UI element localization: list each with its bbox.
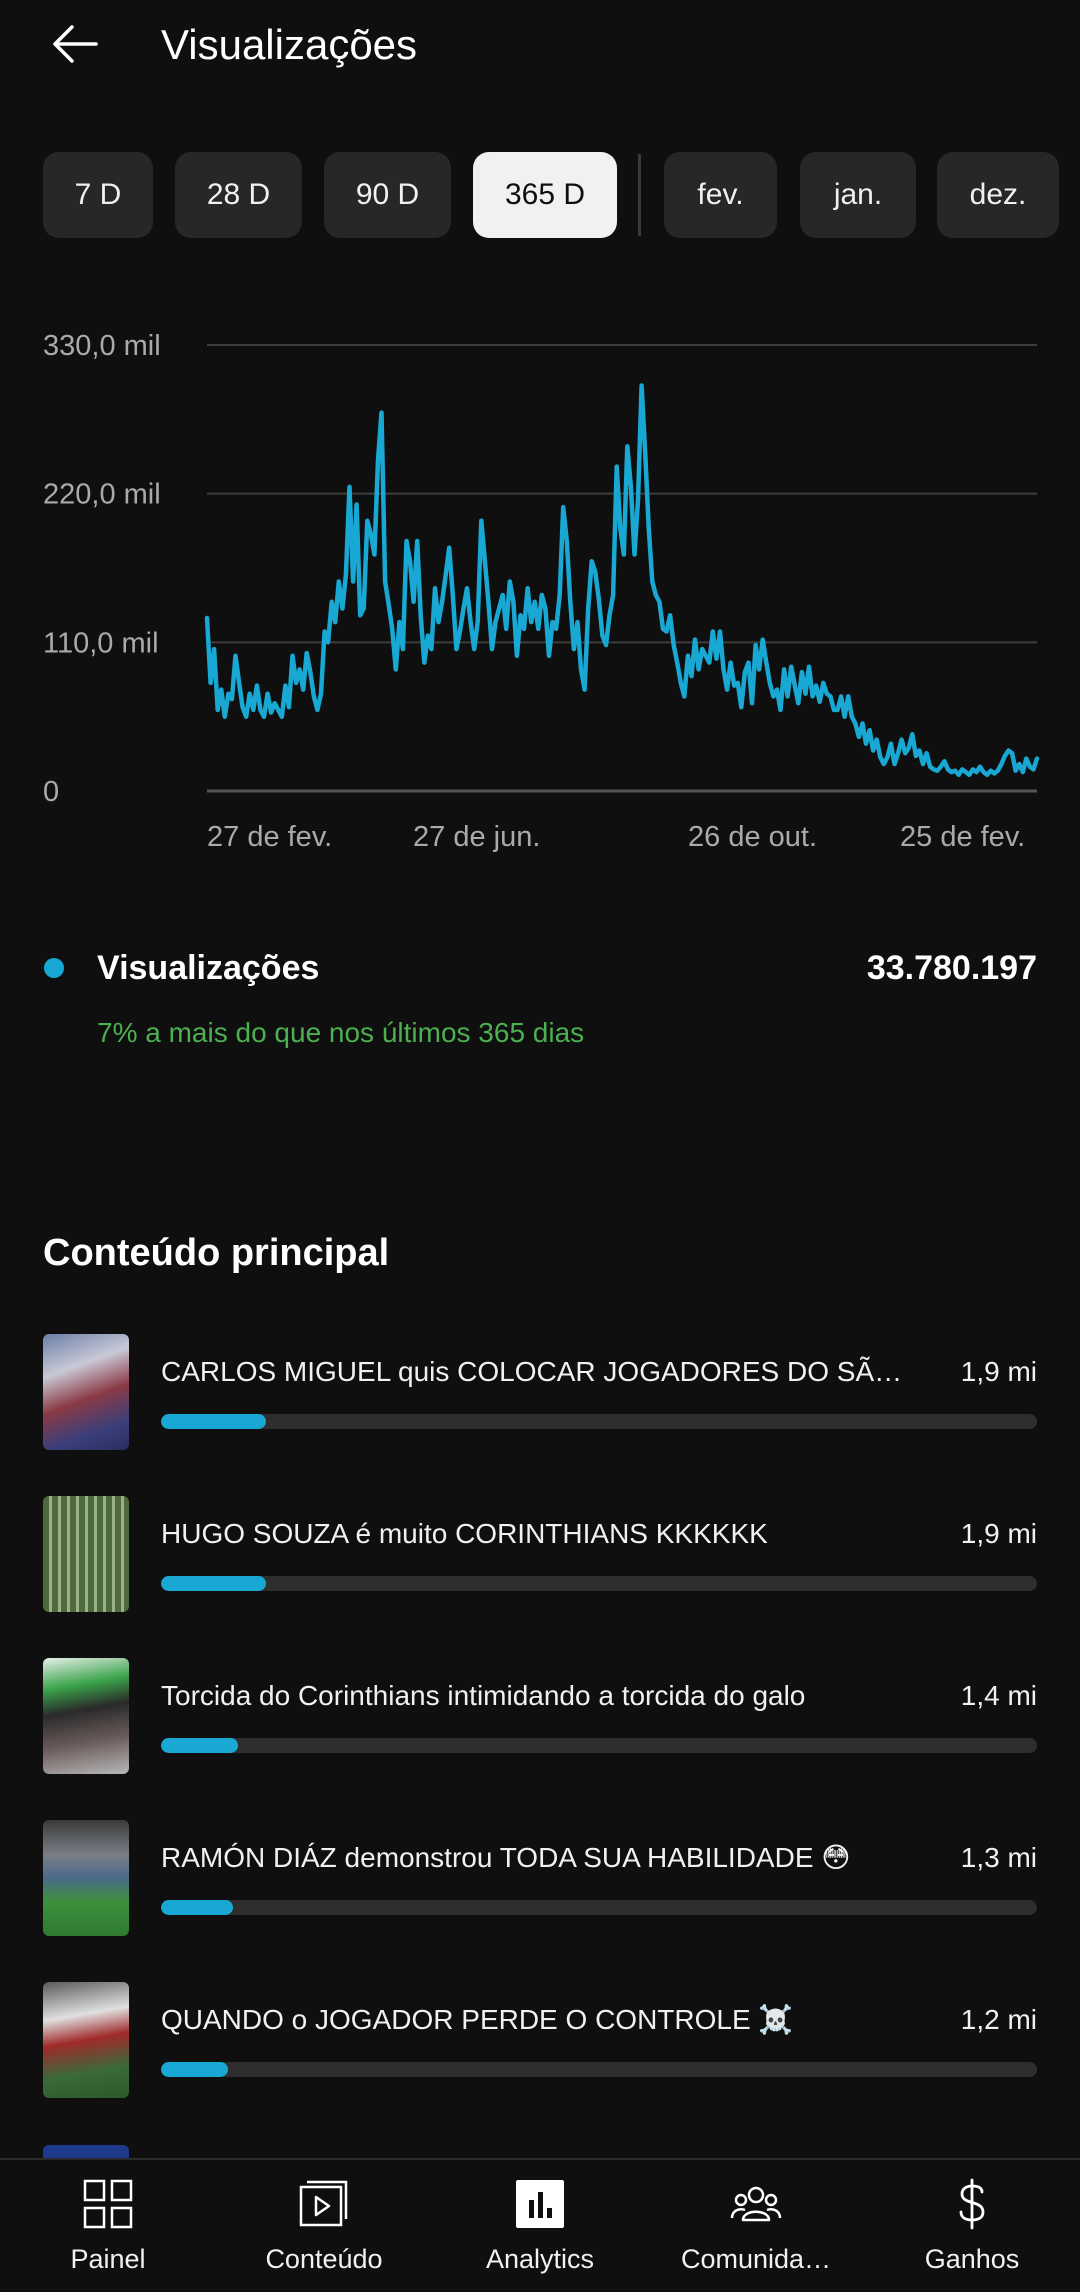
x-tick-label: 26 de out. <box>688 821 817 853</box>
views-bar <box>161 2062 1037 2077</box>
video-title: Torcida do Corinthians intimidando a tor… <box>161 1680 806 1711</box>
list-item[interactable]: CARLOS MIGUEL quis COLOCAR JOGADORES DO … <box>0 1330 1080 1450</box>
video-thumbnail <box>43 1334 129 1450</box>
views-bar <box>161 1576 1037 1591</box>
y-tick-label: 220,0 mil <box>43 479 161 511</box>
video-title: QUANDO o JOGADOR PERDE O CONTROLE ☠️ <box>161 2004 794 2035</box>
content-icon <box>299 2180 348 2227</box>
chip-dez[interactable]: dez. <box>937 152 1059 238</box>
metric-label: Visualizações <box>97 949 320 987</box>
back-button[interactable] <box>46 14 106 74</box>
views-bar-fill <box>161 2062 229 2077</box>
video-views: 1,9 mi <box>960 1518 1037 1549</box>
video-views: 1,3 mi <box>960 1842 1037 1873</box>
nav-label: Analytics <box>485 2244 595 2274</box>
chip-jan[interactable]: jan. <box>800 152 916 238</box>
nav-item-painel[interactable]: Painel <box>0 2160 216 2292</box>
chip-365d[interactable]: 365 D <box>473 152 617 238</box>
nav-item-ganhos[interactable]: Ganhos <box>864 2160 1080 2292</box>
x-tick-label: 25 de fev. <box>900 821 1025 853</box>
list-item[interactable]: Torcida do Corinthians intimidando a tor… <box>0 1654 1080 1774</box>
metric-change: 7% a mais do que nos últimos 365 dias <box>97 1017 585 1048</box>
video-title: CARLOS MIGUEL quis COLOCAR JOGADORES DO … <box>161 1356 921 1387</box>
video-thumbnail <box>43 1658 129 1774</box>
video-views: 1,2 mi <box>960 2004 1037 2035</box>
video-views: 1,9 mi <box>960 1356 1037 1387</box>
list-item[interactable]: HUGO SOUZA é muito CORINTHIANS KKKKKK 1,… <box>0 1492 1080 1612</box>
community-icon <box>730 2186 782 2222</box>
page-title: Visualizações <box>161 21 418 68</box>
chip-divider <box>638 154 641 236</box>
views-bar <box>161 1900 1037 1915</box>
y-tick-label: 330,0 mil <box>43 330 161 362</box>
chip-7d[interactable]: 7 D <box>43 152 153 238</box>
legend-dot <box>44 958 64 978</box>
chip-28d[interactable]: 28 D <box>175 152 302 238</box>
dashboard-icon <box>83 2179 133 2229</box>
video-thumbnail <box>43 1496 129 1612</box>
metric-total: 33.780.197 <box>866 949 1037 987</box>
video-title: HUGO SOUZA é muito CORINTHIANS KKKKKK <box>161 1518 768 1549</box>
arrow-left-icon <box>53 25 98 63</box>
y-tick-label: 0 <box>43 776 59 808</box>
nav-item-analytics[interactable]: Analytics <box>432 2160 648 2292</box>
views-bar <box>161 1738 1037 1753</box>
bottom-navigation: Painel Conteúdo Analytics Comunida… Ganh… <box>0 2158 1080 2292</box>
views-bar-fill <box>161 1576 267 1591</box>
views-line-chart[interactable]: 330,0 mil 220,0 mil 110,0 mil 0 27 de fev. 2… <box>0 300 1080 860</box>
video-thumbnail <box>43 1820 129 1936</box>
y-tick-label: 110,0 mil <box>43 627 159 659</box>
nav-item-conteudo[interactable]: Conteúdo <box>216 2160 432 2292</box>
video-thumbnail-partial <box>43 2145 129 2159</box>
nav-label: Ganhos <box>924 2244 1020 2274</box>
chip-fev[interactable]: fev. <box>664 152 777 238</box>
top-app-bar: Visualizações <box>0 0 1080 100</box>
nav-item-comunidade[interactable]: Comunida… <box>648 2160 864 2292</box>
section-title-top-content: Conteúdo principal <box>43 1232 390 1274</box>
x-tick-label: 27 de fev. <box>207 821 332 853</box>
nav-label: Conteúdo <box>265 2244 383 2274</box>
views-bar-fill <box>161 1738 239 1753</box>
video-title: RAMÓN DIÁZ demonstrou TODA SUA HABILIDAD… <box>161 1842 851 1873</box>
list-item[interactable]: RAMÓN DIÁZ demonstrou TODA SUA HABILIDAD… <box>0 1816 1080 1936</box>
video-thumbnail <box>43 1982 129 2098</box>
analytics-icon <box>516 2180 564 2228</box>
list-item[interactable]: QUANDO o JOGADOR PERDE O CONTROLE ☠️ 1,2… <box>0 1978 1080 2098</box>
dollar-icon <box>959 2178 985 2230</box>
views-bar-fill <box>161 1900 233 1915</box>
views-bar-fill <box>161 1414 267 1429</box>
nav-label: Comunida… <box>680 2244 832 2274</box>
chip-90d[interactable]: 90 D <box>324 152 451 238</box>
views-bar <box>161 1414 1037 1429</box>
x-tick-label: 27 de jun. <box>413 821 540 853</box>
video-views: 1,4 mi <box>960 1680 1037 1711</box>
nav-label: Painel <box>70 2244 146 2274</box>
series-line-views <box>204 383 1040 778</box>
period-chip-bar: 7 D 28 D 90 D 365 D fev. jan. dez. <box>0 152 1080 238</box>
